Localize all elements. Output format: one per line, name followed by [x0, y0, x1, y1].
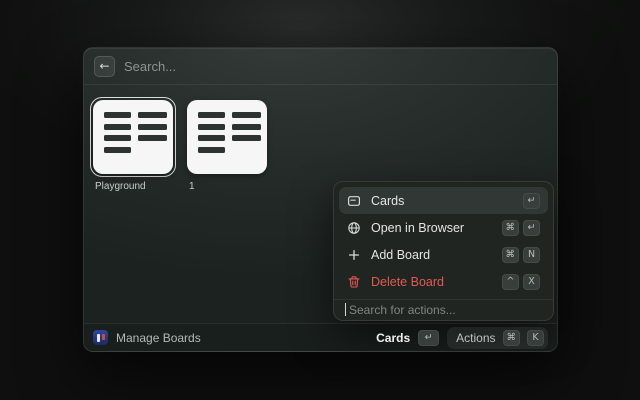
key-badge: ⌘ — [501, 219, 519, 236]
key-badge: N — [523, 246, 540, 263]
cmd-key-badge: ⌘ — [502, 329, 520, 346]
board-name: Playground — [95, 181, 146, 192]
key-badge: ↵ — [523, 192, 540, 209]
desktop-background: ← Search... Playground 1 Cards ↵ Open in… — [0, 0, 640, 400]
trash-icon — [347, 275, 361, 289]
actions-button-label: Actions — [456, 330, 496, 345]
board-thumbnail-selected[interactable] — [90, 97, 176, 177]
search-header: ← Search... — [84, 48, 557, 85]
footer-bar: Manage Boards Cards ↵ Actions ⌘ K — [84, 323, 557, 351]
arrow-left-icon: ← — [99, 59, 110, 73]
primary-action-label[interactable]: Cards — [376, 331, 410, 345]
thumbnail-column — [138, 112, 167, 174]
key-badge: X — [523, 273, 540, 290]
menu-item-label: Open in Browser — [371, 220, 465, 235]
globe-icon — [347, 221, 361, 235]
app-title: Manage Boards — [116, 330, 201, 345]
actions-button[interactable]: Actions ⌘ K — [447, 326, 548, 349]
menu-item-delete-board[interactable]: Delete Board ^ X — [339, 268, 548, 295]
board-thumbnail — [187, 100, 267, 174]
menu-item-add-board[interactable]: Add Board ⌘ N — [339, 241, 548, 268]
menu-item-cards[interactable]: Cards ↵ — [339, 187, 548, 214]
actions-menu-items: Cards ↵ Open in Browser ⌘ ↵ Add Board ⌘ … — [334, 182, 553, 299]
key-badge: ⌘ — [501, 246, 519, 263]
manage-boards-window: ← Search... Playground 1 Cards ↵ Open in… — [83, 47, 558, 352]
back-button[interactable]: ← — [94, 55, 115, 77]
actions-search-placeholder: Search for actions... — [349, 302, 456, 317]
menu-item-open-in-browser[interactable]: Open in Browser ⌘ ↵ — [339, 214, 548, 241]
menu-item-label: Cards — [371, 193, 405, 208]
plus-icon — [347, 248, 361, 262]
shortcut-keys: ^ X — [502, 273, 540, 290]
footer-actions: Cards ↵ Actions ⌘ K — [376, 326, 548, 349]
thumbnail-column — [198, 112, 225, 174]
board-thumbnail-wrapper[interactable] — [184, 97, 270, 177]
key-badge: ↵ — [523, 219, 540, 236]
search-input[interactable]: Search... — [124, 59, 176, 74]
shortcut-keys: ⌘ ↵ — [501, 219, 540, 236]
thumbnail-column — [232, 112, 261, 174]
card-icon — [347, 194, 361, 208]
enter-key-badge: ↵ — [418, 329, 440, 346]
board-name: 1 — [189, 181, 195, 192]
board-thumbnail — [93, 100, 173, 174]
actions-search-input[interactable]: Search for actions... — [334, 300, 553, 320]
board-item-playground[interactable]: Playground — [90, 97, 176, 192]
board-item-1[interactable]: 1 — [184, 97, 270, 192]
thumbnail-column — [104, 112, 131, 174]
shortcut-keys: ⌘ N — [501, 246, 540, 263]
actions-menu: Cards ↵ Open in Browser ⌘ ↵ Add Board ⌘ … — [333, 181, 554, 321]
text-cursor — [345, 303, 346, 317]
shortcut-keys: ↵ — [523, 192, 540, 209]
app-logo-icon — [93, 330, 108, 345]
key-badge: ^ — [502, 273, 519, 290]
menu-item-label: Delete Board — [371, 274, 444, 289]
menu-item-label: Add Board — [371, 247, 431, 262]
k-key-badge: K — [527, 329, 544, 346]
